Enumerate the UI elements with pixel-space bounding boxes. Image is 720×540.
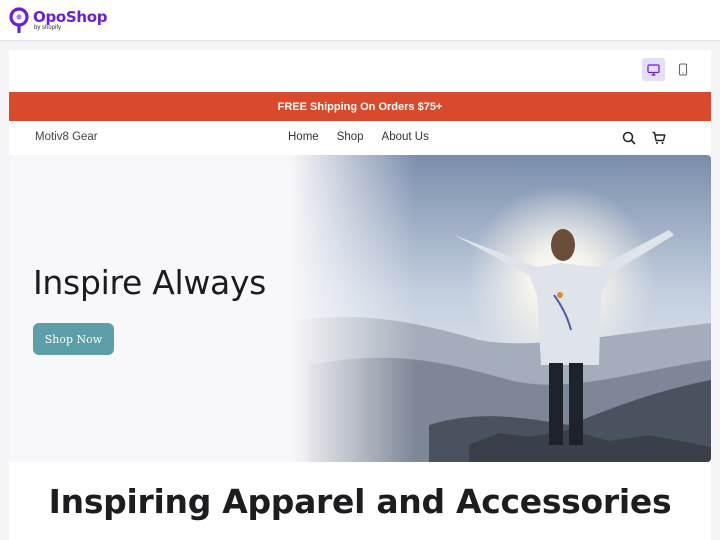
nav-link-about-us[interactable]: About Us <box>382 131 429 143</box>
nav-links: Home Shop About Us <box>288 131 429 143</box>
store-brand[interactable]: Motiv8 Gear <box>35 131 98 143</box>
hero-title: Inspire Always <box>33 263 267 302</box>
search-icon[interactable] <box>621 130 637 146</box>
shop-now-button[interactable]: Shop Now <box>33 323 114 355</box>
app-header: OpoShop by shopify <box>0 0 720 41</box>
mobile-view-button[interactable] <box>671 58 694 81</box>
nav-link-shop[interactable]: Shop <box>337 131 364 143</box>
nav-link-home[interactable]: Home <box>288 131 319 143</box>
mobile-icon <box>678 63 687 76</box>
desktop-icon <box>647 63 660 76</box>
logo-tagline: by shopify <box>34 24 62 31</box>
desktop-view-button[interactable] <box>642 58 665 81</box>
device-toggle <box>642 58 694 81</box>
logo[interactable]: OpoShop by shopify <box>33 7 108 32</box>
hero-image <box>9 155 711 462</box>
preview-canvas: FREE Shipping On Orders $75+ Motiv8 Gear… <box>9 50 711 540</box>
store-nav: Motiv8 Gear Home Shop About Us <box>9 121 711 155</box>
cart-icon[interactable] <box>651 130 667 146</box>
nav-icons <box>621 130 667 146</box>
oposhop-logo-icon <box>9 7 29 33</box>
announcement-bar: FREE Shipping On Orders $75+ <box>9 92 711 121</box>
hero-banner: Inspire Always Shop Now <box>9 155 711 462</box>
logo-name: OpoShop <box>33 7 108 26</box>
announcement-text: FREE Shipping On Orders $75+ <box>277 100 443 113</box>
section-title: Inspiring Apparel and Accessories <box>48 482 672 521</box>
